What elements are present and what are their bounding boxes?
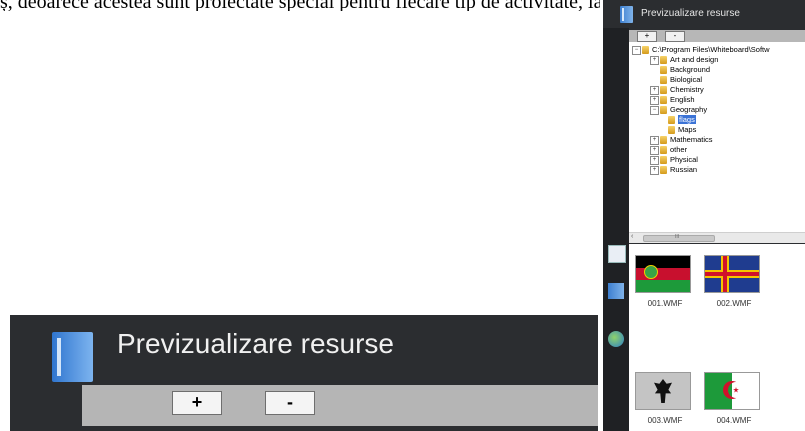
tree-item-root[interactable]: − C:\Program Files\Whiteboard\Softw [632,45,770,55]
thumbnail-caption: 001.WMF [647,299,683,308]
scroll-left-icon[interactable]: ‹ [631,233,633,240]
folder-icon [660,76,667,85]
folder-icon [660,86,667,95]
zoom-out-button[interactable]: - [265,391,315,415]
tree-item-maps[interactable]: Maps [668,125,696,135]
window-icon[interactable] [608,245,626,263]
divider [82,426,598,431]
enlarged-toolbar: + - [82,385,598,431]
folder-icon [668,126,675,135]
folder-icon [660,166,667,175]
thumbnail-item[interactable]: 004.WMF [704,372,764,425]
tree-item-biological[interactable]: Biological [650,75,702,85]
globe-icon[interactable] [608,331,624,347]
tree-item-chemistry[interactable]: + Chemistry [650,85,704,95]
flag-red-black-green-icon [635,255,691,293]
zoom-in-button[interactable]: + [637,31,657,42]
tree-item-art-and-design[interactable]: + Art and design [650,55,718,65]
zoom-out-button[interactable]: - [665,31,685,42]
folder-icon [660,146,667,155]
tree-item-other[interactable]: + other [650,145,687,155]
panel-toolbar: + - [629,30,805,42]
thumbnail-item[interactable]: 003.WMF [635,372,695,425]
folder-icon [660,96,667,105]
zoom-in-button[interactable]: + [172,391,222,415]
scroll-grip: III [675,234,680,240]
thumbnail-item[interactable]: 002.WMF [704,255,764,308]
thumbnail-caption: 002.WMF [716,299,752,308]
book-icon [52,332,93,382]
folder-icon [660,156,667,165]
resource-preview-panel: Previzualizare resurse + - − C:\Program F… [603,0,805,431]
folder-icon [668,116,675,125]
folder-icon [660,106,667,115]
tree-item-mathematics[interactable]: + Mathematics [650,135,713,145]
folder-icon [660,56,667,65]
folder-tree: − C:\Program Files\Whiteboard\Softw + Art … [629,42,805,232]
enlarged-title: Previzualizare resurse [117,328,394,359]
body-text-line: ș, deoarece acestea sunt proiectate spec… [0,0,600,11]
folder-icon [660,136,667,145]
horizontal-scrollbar[interactable]: ‹ III [629,232,805,243]
folder-icon [642,46,649,55]
folder-icon [660,66,667,75]
tree-item-background[interactable]: Background [650,65,710,75]
book-icon[interactable] [608,283,624,299]
flag-green-white-crescent-icon [704,372,760,410]
book-icon [620,6,633,23]
thumbnail-grid: 001.WMF 002.WMF 003.WMF 004.WMF [629,244,805,431]
tree-item-physical[interactable]: + Physical [650,155,698,165]
flag-eagle-icon [635,372,691,410]
tree-item-geography[interactable]: − Geography [650,105,707,115]
thumbnail-item[interactable]: 001.WMF [635,255,695,308]
thumbnail-caption: 003.WMF [647,416,683,425]
panel-header: Previzualizare resurse [603,0,805,28]
side-toolbar [603,28,629,431]
panel-title: Previzualizare resurse [641,8,740,19]
thumbnail-caption: 004.WMF [716,416,752,425]
tree-item-flags[interactable]: flags [668,115,696,125]
tree-item-russian[interactable]: + Russian [650,165,697,175]
tree-item-english[interactable]: + English [650,95,695,105]
enlarged-panel-header: Previzualizare resurse + - [10,315,598,431]
flag-blue-red-cross-icon [704,255,760,293]
